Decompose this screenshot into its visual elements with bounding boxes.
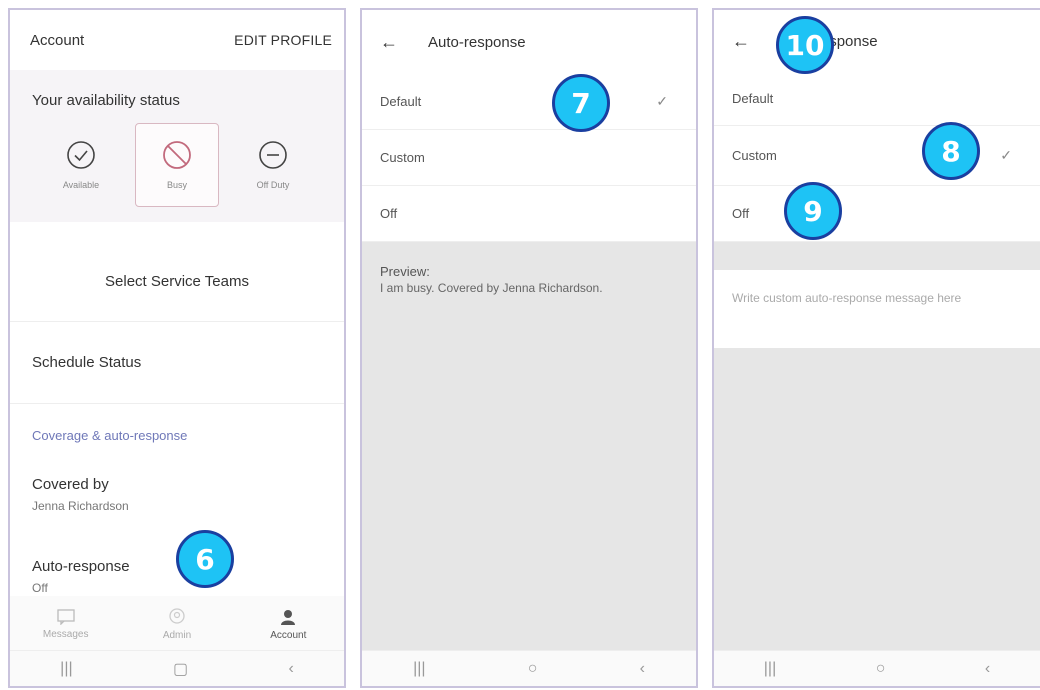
system-nav-bar: ||| ▢ ‹ (10, 650, 344, 686)
back-arrow-icon[interactable]: ← (380, 32, 398, 53)
account-icon (281, 609, 296, 625)
option-custom[interactable]: Custom ✓ (714, 126, 1040, 186)
page-title: Account (30, 31, 85, 49)
step-badge: 6 (176, 530, 234, 588)
home-icon[interactable]: ○ (528, 660, 538, 678)
option-off[interactable]: Off (362, 186, 696, 242)
edit-profile-button[interactable]: EDIT PROFILE (234, 32, 332, 48)
nav-label: Account (270, 629, 307, 641)
option-label: Off (732, 206, 750, 221)
covered-by-item[interactable]: Covered by Jenna Richardson (10, 466, 344, 546)
step-badge: 8 (922, 122, 980, 180)
account-header: Account EDIT PROFILE (10, 10, 344, 70)
option-label: Off (380, 206, 398, 221)
minus-circle-icon (259, 141, 287, 169)
status-label: Busy (166, 180, 187, 190)
nav-account[interactable]: Account (233, 596, 344, 652)
nav-messages[interactable]: Messages (10, 596, 121, 652)
option-custom[interactable]: Custom (362, 130, 696, 186)
back-nav-icon[interactable]: ‹ (640, 660, 645, 678)
status-off-duty[interactable]: Off Duty (231, 123, 315, 207)
recents-icon[interactable]: ||| (764, 660, 776, 678)
option-label: Custom (380, 150, 425, 165)
back-nav-icon[interactable]: ‹ (288, 660, 293, 678)
step-badge: 10 (776, 16, 834, 74)
account-screen: Account EDIT PROFILE Your availability s… (8, 8, 346, 688)
status-options: Available Busy Off Duty (10, 123, 344, 207)
option-label: Custom (732, 148, 777, 163)
status-busy[interactable]: Busy (135, 123, 219, 207)
coverage-section-title: Coverage & auto-response (32, 427, 188, 443)
auto-response-header: ← Auto-response (714, 10, 1040, 72)
availability-panel: Your availability status Available Busy … (10, 70, 344, 222)
back-nav-icon[interactable]: ‹ (985, 660, 990, 678)
step-badge: 7 (552, 74, 610, 132)
page-title: Auto-response (428, 33, 526, 51)
status-label: Available (62, 180, 100, 190)
step-badge: 9 (784, 182, 842, 240)
availability-title: Your availability status (32, 92, 180, 109)
checkmark-icon: ✓ (656, 93, 668, 109)
auto-response-screen-custom: ← Auto-response Default Custom ✓ Off Wri… (712, 8, 1040, 688)
auto-response-screen-default: ← Auto-response Default ✓ Custom Off Pre… (360, 8, 698, 688)
recents-icon[interactable]: ||| (60, 660, 72, 678)
option-label: Default (732, 91, 774, 106)
preview-text: I am busy. Covered by Jenna Richardson. (380, 281, 603, 295)
home-icon[interactable]: ○ (876, 660, 886, 678)
chat-icon (57, 608, 75, 625)
recents-icon[interactable]: ||| (413, 660, 425, 678)
auto-response-value: Off (32, 581, 48, 595)
custom-message-input[interactable]: Write custom auto-response message here (714, 270, 1040, 348)
checkmark-icon: ✓ (1000, 147, 1012, 163)
status-available[interactable]: Available (39, 123, 123, 207)
nav-label: Admin (162, 629, 192, 641)
schedule-status-item[interactable]: Schedule Status (10, 322, 344, 404)
system-nav-bar: ||| ○ ‹ (362, 650, 696, 686)
check-circle-icon (67, 141, 95, 169)
auto-response-header: ← Auto-response (362, 10, 696, 74)
back-arrow-icon[interactable]: ← (732, 31, 750, 52)
covered-by-label: Covered by (32, 476, 109, 493)
divider-band (714, 242, 1040, 270)
empty-panel (714, 348, 1040, 686)
covered-by-value: Jenna Richardson (32, 499, 129, 513)
option-default[interactable]: Default ✓ (362, 74, 696, 130)
admin-icon (169, 607, 185, 624)
nav-label: Messages (42, 628, 89, 640)
option-label: Default (380, 94, 422, 109)
prohibited-circle-icon (163, 141, 191, 169)
option-off[interactable]: Off (714, 186, 1040, 242)
bottom-nav: Messages Admin Account (10, 596, 344, 652)
option-default[interactable]: Default (714, 72, 1040, 126)
select-service-teams-button[interactable]: Select Service Teams (10, 242, 344, 322)
preview-panel: Preview: I am busy. Covered by Jenna Ric… (362, 242, 696, 658)
status-label: Off Duty (256, 180, 290, 190)
nav-admin[interactable]: Admin (121, 596, 232, 652)
preview-label: Preview: (380, 264, 430, 279)
home-icon[interactable]: ▢ (173, 659, 188, 679)
system-nav-bar: ||| ○ ‹ (714, 650, 1040, 686)
